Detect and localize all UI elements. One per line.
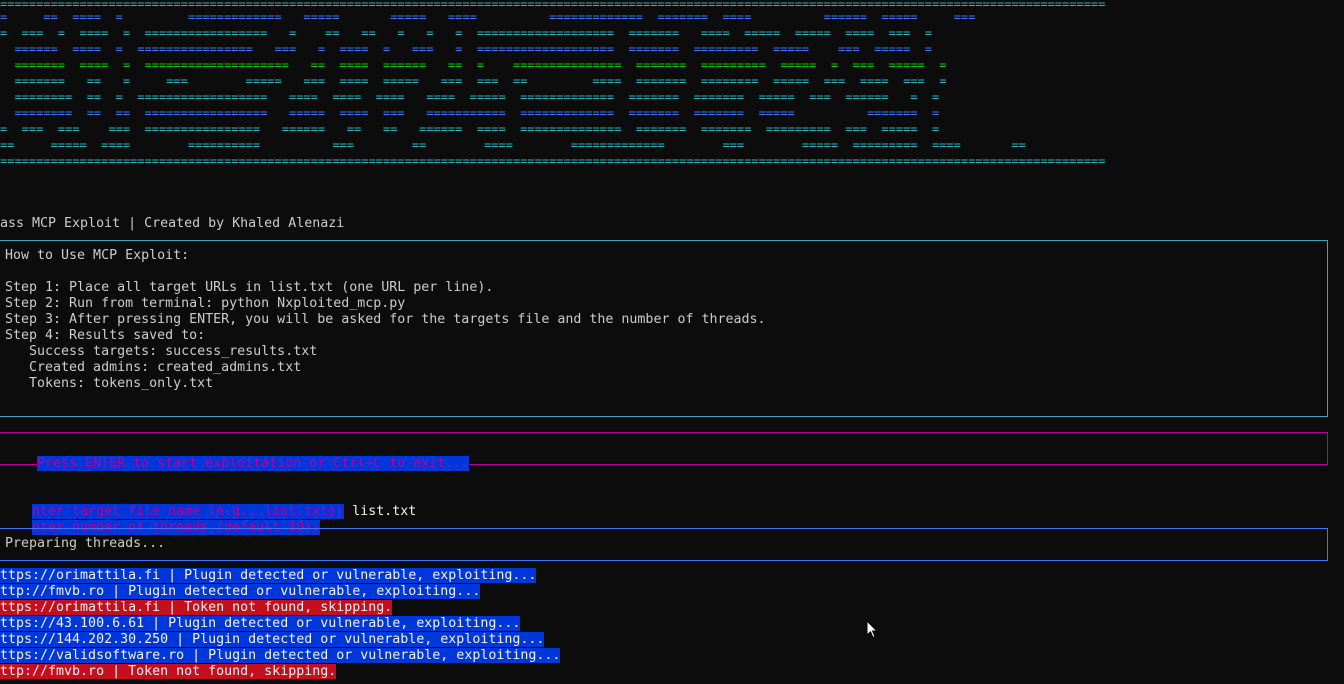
threads-prompt-line[interactable]: nter number of threads (default 10): — [0, 504, 321, 535]
howto-step-1: Step 1: Place all target URLs in list.tx… — [5, 280, 494, 295]
credit-line: ass MCP Exploit | Created by Khaled Alen… — [0, 216, 345, 231]
howto-title: How to Use MCP Exploit: — [5, 248, 190, 263]
banner-line: ====== ==== = ================ === = ===… — [0, 42, 932, 56]
terminal-window[interactable]: ========================================… — [0, 0, 1344, 684]
file-prompt-input[interactable]: list.txt — [344, 504, 416, 519]
log-line: ttp://fmvb.ro | Token not found, skippin… — [0, 664, 337, 679]
preparing-text: Preparing threads... — [5, 536, 166, 551]
start-prompt[interactable]: Press ENTER to start exploitation or Ctr… — [37, 456, 470, 471]
banner-line: ======= ==== = ==================== == =… — [0, 58, 947, 72]
howto-step-2: Step 2: Run from terminal: python Nxploi… — [5, 296, 406, 311]
banner-line: ======== == = ================== ==== ==… — [0, 90, 940, 104]
banner-line: ======== == == ================= ===== =… — [0, 106, 940, 120]
howto-step-3: Step 3: After pressing ENTER, you will b… — [5, 312, 766, 327]
howto-success-file: Success targets: success_results.txt — [5, 344, 318, 359]
banner-line: = == ==== = ============= ===== ===== ==… — [0, 10, 976, 24]
preparing-panel — [0, 528, 1328, 561]
log-line: ttp://fmvb.ro | Plugin detected or vulne… — [0, 584, 481, 599]
log-line: ttps://orimattila.fi | Token not found, … — [0, 600, 393, 615]
banner-line: = === = ==== = ================= = == ==… — [0, 26, 932, 40]
howto-step-4: Step 4: Results saved to: — [5, 328, 206, 343]
banner-line: == ===== ==== ========== === == ==== ===… — [0, 138, 1026, 152]
log-line: ttps://144.202.30.250 | Plugin detected … — [0, 632, 545, 647]
banner-line: = === === === ================ ====== ==… — [0, 122, 940, 136]
log-line: ttps://43.100.6.61 | Plugin detected or … — [0, 616, 521, 631]
mouse-pointer-icon — [866, 620, 878, 639]
log-line: ttps://orimattila.fi | Plugin detected o… — [0, 568, 537, 583]
banner-line: ======= == = === ===== === ==== ===== ==… — [0, 74, 947, 88]
file-prompt-line[interactable]: nter target file name (e.g., list.txt): … — [0, 488, 416, 519]
log-line: ttps://validsoftware.ro | Plugin detecte… — [0, 648, 561, 663]
howto-tokens-file: Tokens: tokens_only.txt — [5, 376, 214, 391]
banner-line: ========================================… — [0, 154, 1106, 168]
howto-admins-file: Created admins: created_admins.txt — [5, 360, 302, 375]
